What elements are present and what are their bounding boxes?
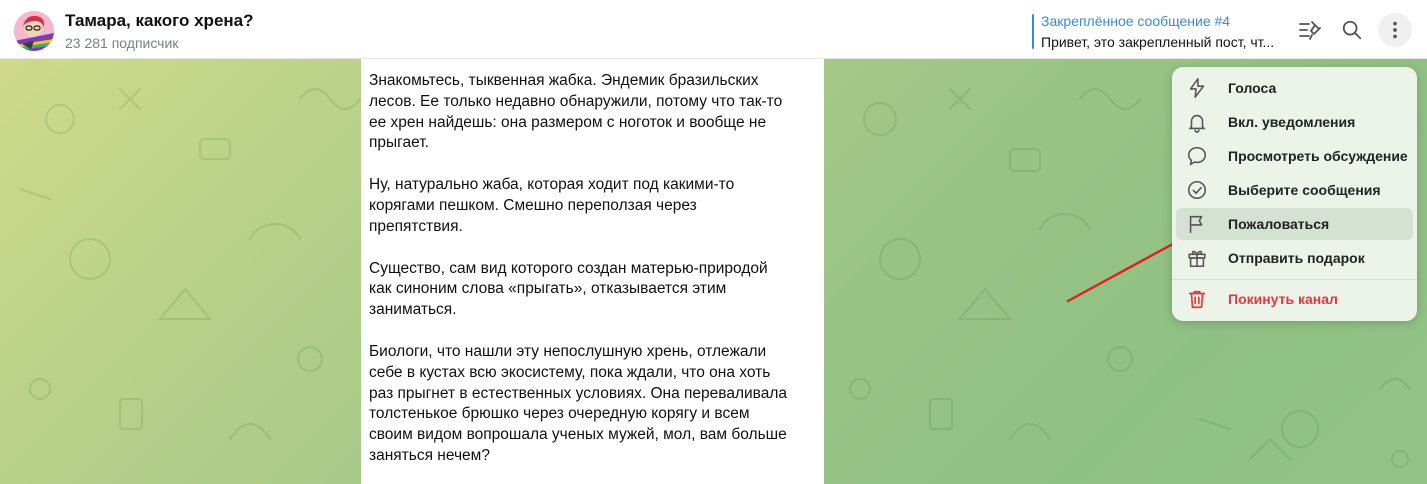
subscriber-count: 23 281 подписчик [65, 35, 179, 51]
pinned-list-button[interactable] [1292, 13, 1326, 47]
post-paragraph: Биологи, что нашли эту непослушную хрень… [369, 342, 788, 464]
menu-item-send-gift[interactable]: Отправить подарок [1176, 242, 1413, 274]
search-icon [1342, 20, 1362, 40]
menu-separator [1172, 279, 1417, 280]
menu-item-label: Просмотреть обсуждение [1228, 148, 1408, 164]
more-vertical-icon [1393, 21, 1397, 39]
pinned-message-label[interactable]: Закреплённое сообщение #4 [1041, 13, 1230, 29]
pinned-message-preview[interactable]: Привет, это закрепленный пост, чт... [1041, 34, 1277, 50]
comment-icon [1187, 146, 1207, 166]
channel-title[interactable]: Тамара, какого хрена? [65, 11, 254, 31]
bell-icon [1188, 114, 1206, 133]
lightning-icon [1189, 78, 1205, 98]
channel-avatar[interactable] [14, 11, 54, 51]
flag-icon [1189, 215, 1203, 234]
chat-header: Тамара, какого хрена? 23 281 подписчик З… [0, 0, 1427, 59]
menu-item-report[interactable]: Пожаловаться [1176, 208, 1413, 240]
channel-post[interactable]: Знакомьтесь, тыквенная жабка. Эндемик бр… [361, 59, 824, 484]
pinned-list-icon [1299, 21, 1321, 40]
menu-item-leave-channel[interactable]: Покинуть канал [1176, 283, 1413, 315]
post-paragraph: Существо, сам вид которого создан матерь… [369, 259, 768, 319]
post-paragraph: Знакомьтесь, тыквенная жабка. Эндемик бр… [369, 72, 783, 152]
menu-item-discussion[interactable]: Просмотреть обсуждение [1176, 140, 1413, 172]
check-circle-icon [1187, 180, 1207, 200]
post-paragraph: Ну, натурально жаба, которая ходит под к… [369, 176, 735, 235]
menu-item-label: Пожаловаться [1228, 216, 1330, 232]
menu-item-notifications[interactable]: Вкл. уведомления [1176, 106, 1413, 138]
menu-item-label: Покинуть канал [1228, 291, 1338, 307]
menu-item-label: Голоса [1228, 80, 1277, 96]
trash-icon [1188, 290, 1206, 309]
menu-item-label: Отправить подарок [1228, 250, 1365, 266]
search-button[interactable] [1335, 13, 1369, 47]
channel-context-menu: Голоса Вкл. уведомления Просмотреть обсу… [1172, 67, 1417, 321]
menu-item-votes[interactable]: Голоса [1176, 72, 1413, 104]
gift-icon [1188, 250, 1206, 268]
menu-item-select-messages[interactable]: Выберите сообщения [1176, 174, 1413, 206]
pinned-indicator-bar [1032, 14, 1034, 49]
menu-item-label: Выберите сообщения [1228, 182, 1381, 198]
menu-item-label: Вкл. уведомления [1228, 114, 1356, 130]
more-options-button[interactable] [1378, 13, 1412, 47]
